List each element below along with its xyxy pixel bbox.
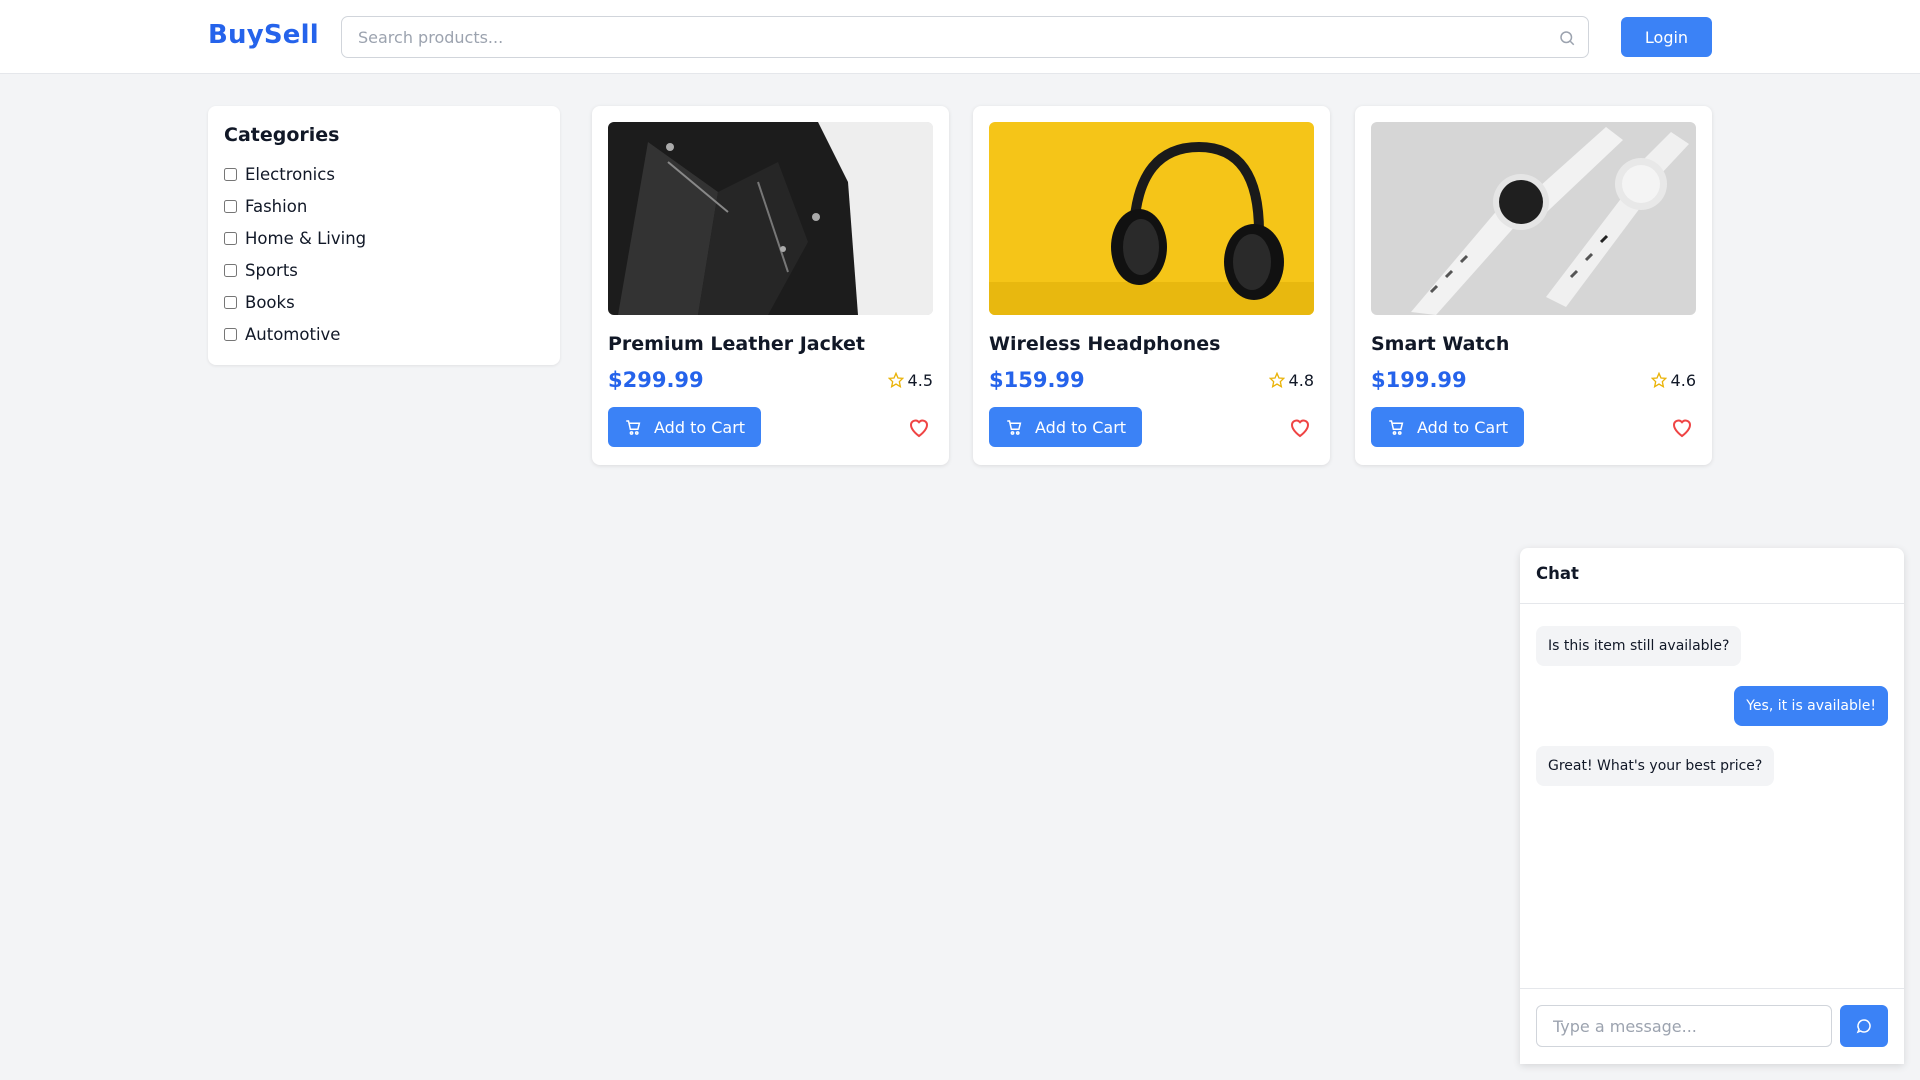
rating-value: 4.6: [1670, 370, 1696, 390]
add-to-cart-label: Add to Cart: [1035, 417, 1127, 437]
chat-message-incoming: Is this item still available?: [1536, 626, 1742, 666]
add-to-cart-button[interactable]: Add to Cart: [1371, 407, 1525, 447]
product-rating: 4.6: [1650, 370, 1696, 390]
send-message-button[interactable]: [1840, 1005, 1888, 1047]
chat-bubble-icon: [1856, 1019, 1871, 1034]
product-card: Wireless Headphones $159.99 4.8 Add to C…: [973, 106, 1330, 465]
category-label: Home & Living: [245, 228, 367, 248]
chat-message-outgoing: Yes, it is available!: [1734, 686, 1888, 726]
smart-watch-image[interactable]: [1371, 122, 1696, 315]
rating-value: 4.8: [1288, 370, 1314, 390]
product-rating: 4.8: [1268, 370, 1314, 390]
add-to-cart-button[interactable]: Add to Cart: [989, 407, 1143, 447]
chat-title: Chat: [1520, 548, 1904, 604]
rating-value: 4.5: [907, 370, 933, 390]
category-label: Sports: [245, 260, 298, 280]
cart-icon: [1389, 420, 1404, 435]
category-item-sports[interactable]: Sports: [224, 254, 544, 286]
favorite-button[interactable]: [1286, 413, 1314, 441]
category-checkbox[interactable]: [224, 167, 237, 181]
leather-jacket-image[interactable]: [608, 122, 933, 315]
product-card: Premium Leather Jacket $299.99 4.5 Add t…: [592, 106, 949, 465]
product-price: $199.99: [1371, 368, 1467, 392]
chat-footer: [1520, 988, 1904, 1064]
brand-logo[interactable]: BuySell: [208, 20, 319, 50]
add-to-cart-button[interactable]: Add to Cart: [608, 407, 762, 447]
category-checkbox[interactable]: [224, 199, 237, 213]
heart-icon: [909, 419, 929, 438]
category-item-fashion[interactable]: Fashion: [224, 190, 544, 222]
categories-title: Categories: [224, 124, 340, 146]
product-card: Smart Watch $199.99 4.6 Add to Cart: [1355, 106, 1712, 465]
product-title[interactable]: Smart Watch: [1371, 333, 1696, 355]
cart-icon: [1007, 420, 1022, 435]
product-price: $159.99: [989, 368, 1085, 392]
heart-icon: [1672, 419, 1692, 438]
category-label: Fashion: [245, 196, 308, 216]
chat-panel: Chat Is this item still available? Yes, …: [1520, 548, 1904, 1064]
product-price: $299.99: [608, 368, 704, 392]
category-checkbox[interactable]: [224, 231, 237, 245]
search-input[interactable]: [342, 17, 1588, 57]
category-item-electronics[interactable]: Electronics: [224, 158, 544, 190]
category-label: Electronics: [245, 164, 335, 184]
category-item-books[interactable]: Books: [224, 286, 544, 318]
star-icon: [887, 372, 904, 388]
categories-panel: Categories Electronics Fashion Home & Li…: [208, 106, 560, 365]
login-button[interactable]: Login: [1621, 17, 1712, 57]
product-rating: 4.5: [887, 370, 933, 390]
product-title[interactable]: Wireless Headphones: [989, 333, 1314, 355]
heart-icon: [1290, 419, 1310, 438]
star-icon: [1268, 372, 1285, 388]
cart-icon: [626, 420, 641, 435]
headphones-image[interactable]: [989, 122, 1314, 315]
category-checkbox[interactable]: [224, 327, 237, 341]
category-item-home-living[interactable]: Home & Living: [224, 222, 544, 254]
category-checkbox[interactable]: [224, 263, 237, 277]
top-header: BuySell Login: [0, 0, 1920, 74]
category-label: Automotive: [245, 324, 341, 344]
chat-messages: Is this item still available? Yes, it is…: [1520, 604, 1904, 988]
chat-message-incoming: Great! What's your best price?: [1536, 746, 1775, 786]
chat-message-input[interactable]: [1536, 1005, 1832, 1047]
favorite-button[interactable]: [905, 413, 933, 441]
category-label: Books: [245, 292, 295, 312]
add-to-cart-label: Add to Cart: [1417, 417, 1509, 437]
star-icon: [1650, 372, 1667, 388]
product-title[interactable]: Premium Leather Jacket: [608, 333, 933, 355]
category-checkbox[interactable]: [224, 295, 237, 309]
favorite-button[interactable]: [1668, 413, 1696, 441]
search-bar: [341, 16, 1589, 58]
search-icon[interactable]: [1558, 29, 1576, 47]
add-to-cart-label: Add to Cart: [654, 417, 746, 437]
category-item-automotive[interactable]: Automotive: [224, 318, 544, 350]
